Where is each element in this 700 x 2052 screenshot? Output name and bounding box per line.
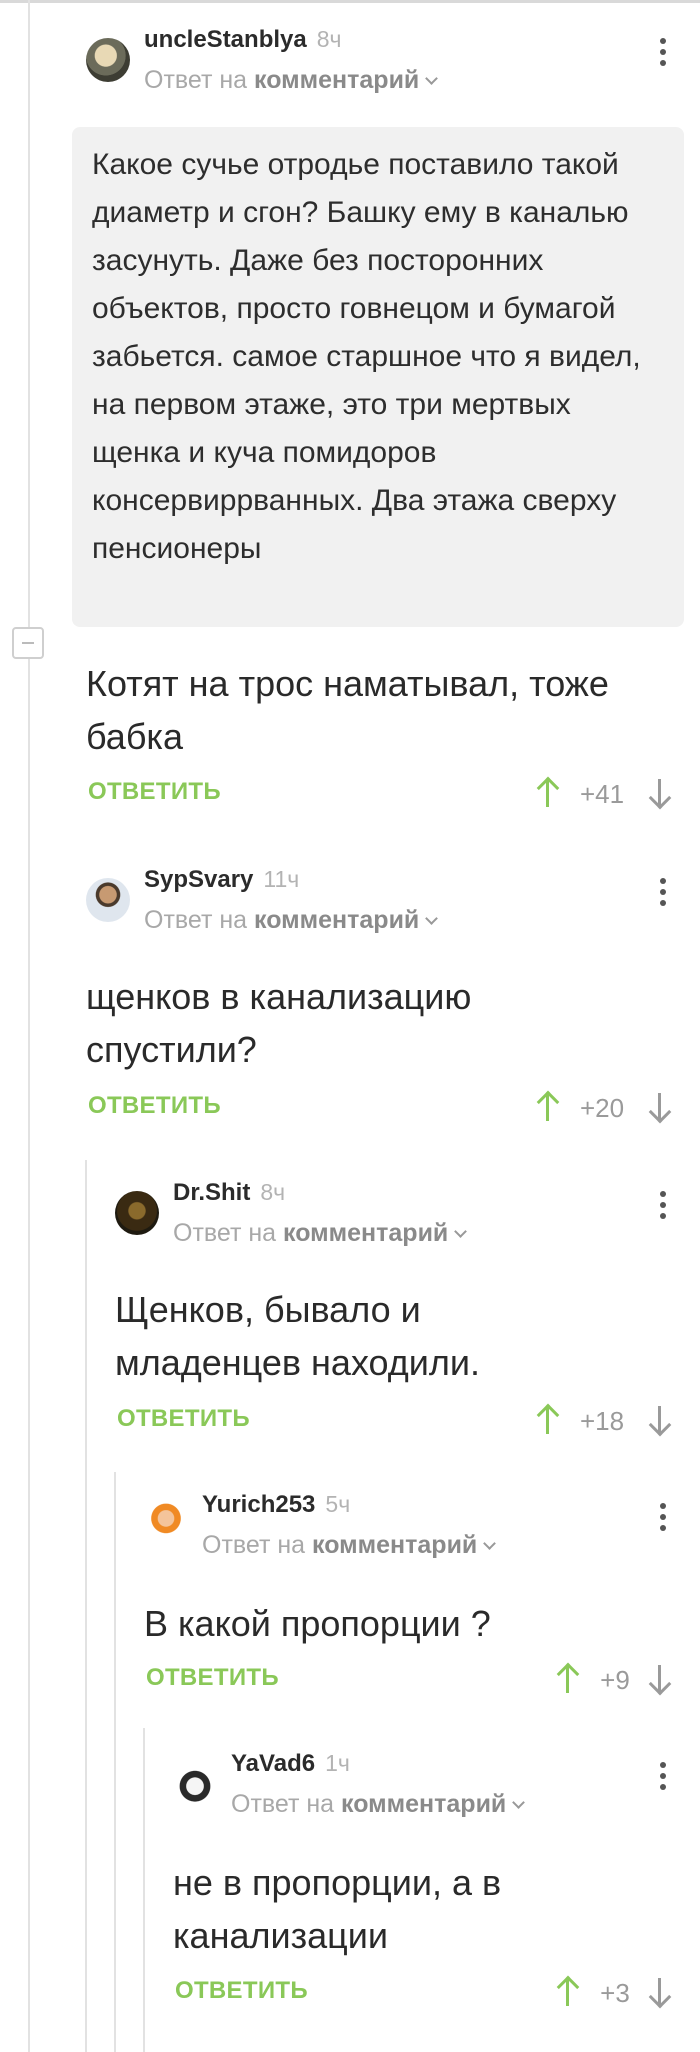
author-name[interactable]: uncleStanblya 8ч bbox=[144, 26, 342, 54]
reply-button[interactable]: ОТВЕТИТЬ bbox=[146, 1664, 279, 1692]
upvote-arrow-icon[interactable] bbox=[555, 1976, 579, 2008]
thread-line-level-1[interactable] bbox=[85, 1160, 87, 2052]
comment-score: +18 bbox=[579, 1406, 625, 1436]
comment-text: не в пропорции, а в канализации bbox=[173, 1862, 502, 1956]
comment-score: +3 bbox=[600, 1978, 630, 2008]
reply-to-link[interactable]: Ответ на комментарий bbox=[173, 1219, 468, 1248]
avatar[interactable] bbox=[173, 1762, 217, 1806]
comment-text: Щенков, бывало и младенцев находили. bbox=[115, 1289, 481, 1383]
avatar[interactable] bbox=[86, 878, 130, 922]
comment-time: 11ч bbox=[263, 866, 300, 892]
comment-header: Yurich253 5ч Ответ на комментарий bbox=[144, 1491, 686, 1561]
vote-controls: +41 bbox=[535, 773, 695, 813]
comment-time: 1ч bbox=[325, 1750, 350, 1776]
thread-line-level-2[interactable] bbox=[114, 1472, 116, 2052]
thread-line-level-0[interactable] bbox=[28, 0, 30, 2052]
author-name[interactable]: Yurich253 5ч bbox=[202, 1491, 350, 1519]
downvote-arrow-icon[interactable] bbox=[647, 777, 671, 809]
downvote-arrow-icon[interactable] bbox=[647, 1091, 671, 1123]
upvote-arrow-icon[interactable] bbox=[535, 1091, 559, 1123]
quoted-comment: Какое сучье отродье поставило такой диам… bbox=[72, 127, 684, 627]
chevron-down-icon bbox=[512, 1796, 526, 1809]
reply-button[interactable]: ОТВЕТИТЬ bbox=[175, 1977, 308, 2005]
author-name[interactable]: YaVad6 1ч bbox=[231, 1750, 350, 1778]
more-options-icon[interactable] bbox=[658, 38, 668, 74]
comment-score: +20 bbox=[579, 1093, 625, 1123]
comment-time: 8ч bbox=[316, 26, 342, 52]
comment-header: uncleStanblya 8ч Ответ на комментарий bbox=[86, 26, 686, 96]
vote-controls: +20 bbox=[535, 1087, 695, 1127]
comment-time: 8ч bbox=[260, 1179, 286, 1205]
vote-controls: +18 bbox=[535, 1400, 695, 1440]
reply-to-link[interactable]: Ответ на комментарий bbox=[144, 906, 439, 935]
comment-header: YaVad6 1ч Ответ на комментарий bbox=[173, 1750, 686, 1820]
comment-text: щенков в канализацию спустили? bbox=[86, 976, 472, 1070]
comment-header: Dr.Shit 8ч Ответ на комментарий bbox=[115, 1179, 686, 1249]
upvote-arrow-icon[interactable] bbox=[555, 1663, 579, 1695]
reply-button[interactable]: ОТВЕТИТЬ bbox=[117, 1405, 250, 1433]
vote-controls: +9 bbox=[535, 1659, 695, 1699]
author-name[interactable]: SypSvary 11ч bbox=[144, 866, 299, 894]
comment-text: В какой пропорции ? bbox=[144, 1603, 491, 1644]
comment-header: SypSvary 11ч Ответ на комментарий bbox=[86, 866, 686, 936]
reply-to-link[interactable]: Ответ на комментарий bbox=[144, 66, 439, 95]
downvote-arrow-icon[interactable] bbox=[647, 1663, 671, 1695]
downvote-arrow-icon[interactable] bbox=[647, 1404, 671, 1436]
more-options-icon[interactable] bbox=[658, 878, 668, 914]
avatar[interactable] bbox=[115, 1191, 159, 1235]
reply-button[interactable]: ОТВЕТИТЬ bbox=[88, 1092, 221, 1120]
upvote-arrow-icon[interactable] bbox=[535, 777, 559, 809]
reply-to-link[interactable]: Ответ на комментарий bbox=[231, 1790, 526, 1819]
avatar[interactable] bbox=[144, 1503, 188, 1547]
thread-line-level-3[interactable] bbox=[143, 1728, 145, 2052]
comment-time: 5ч bbox=[325, 1491, 351, 1517]
more-options-icon[interactable] bbox=[658, 1503, 668, 1539]
reply-button[interactable]: ОТВЕТИТЬ bbox=[88, 778, 221, 806]
avatar[interactable] bbox=[86, 38, 130, 82]
chevron-down-icon bbox=[425, 912, 439, 925]
downvote-arrow-icon[interactable] bbox=[647, 1976, 671, 2008]
comment-score: +41 bbox=[579, 779, 625, 809]
collapse-thread-button[interactable] bbox=[12, 627, 44, 659]
chevron-down-icon bbox=[483, 1537, 497, 1550]
upvote-arrow-icon[interactable] bbox=[535, 1404, 559, 1436]
author-name[interactable]: Dr.Shit 8ч bbox=[173, 1179, 285, 1207]
top-divider bbox=[0, 0, 700, 3]
chevron-down-icon bbox=[454, 1225, 468, 1238]
vote-controls: +3 bbox=[535, 1972, 695, 2012]
reply-to-link[interactable]: Ответ на комментарий bbox=[202, 1531, 497, 1560]
more-options-icon[interactable] bbox=[658, 1762, 668, 1798]
comment-text: Котят на трос наматывал, тоже бабка bbox=[86, 663, 609, 757]
more-options-icon[interactable] bbox=[658, 1191, 668, 1227]
comment-score: +9 bbox=[600, 1665, 630, 1695]
chevron-down-icon bbox=[425, 72, 439, 85]
